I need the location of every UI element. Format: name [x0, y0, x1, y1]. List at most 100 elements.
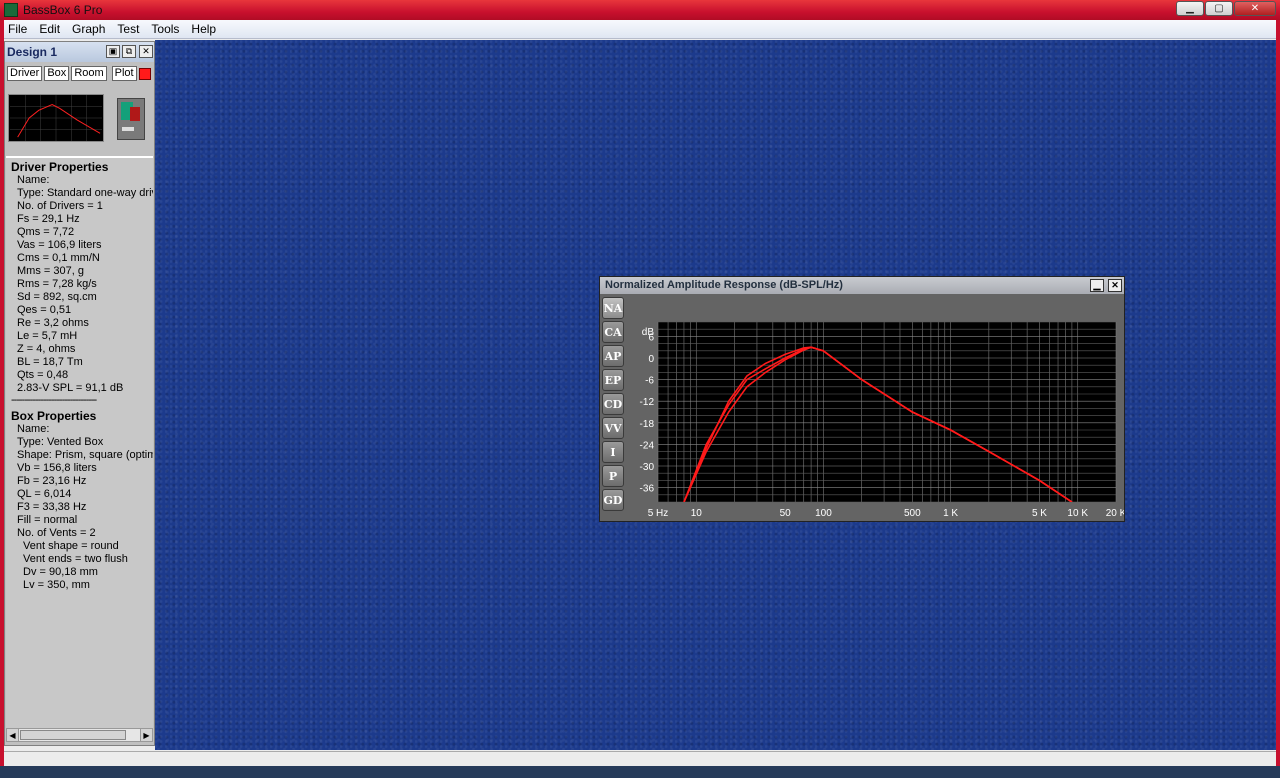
menu-tools[interactable]: Tools — [147, 22, 187, 36]
y-tick-label: -24 — [640, 440, 655, 451]
graph-minimize-button[interactable]: ▁ — [1090, 279, 1104, 292]
driver-prop: Qes = 0,51 — [17, 304, 72, 316]
driver-prop: Le = 5,7 mH — [17, 330, 78, 342]
status-bar — [4, 751, 1276, 766]
mini-response-thumbnail[interactable] — [8, 94, 104, 142]
plot-area — [658, 322, 1116, 502]
menu-bar: File Edit Graph Test Tools Help — [4, 20, 1276, 39]
menu-file[interactable]: File — [4, 22, 35, 36]
driver-prop: Mms = 307, g — [17, 265, 84, 277]
x-tick-label: 20 K — [1106, 508, 1124, 519]
close-icon[interactable]: ✕ — [139, 45, 153, 58]
driver-prop: Name: — [17, 174, 50, 186]
graph-btn-ca[interactable]: CA — [602, 321, 624, 343]
close-button[interactable]: ✕ — [1234, 1, 1276, 16]
graph-title: Normalized Amplitude Response (dB-SPL/Hz… — [605, 279, 843, 291]
box-prop: Vb = 156,8 liters — [17, 462, 97, 474]
design-panel: Design 1 ▣ ⧉ ✕ Driver Box Room Plot Driv… — [4, 41, 155, 746]
copy-icon[interactable]: ⧉ — [122, 45, 136, 58]
driver-prop: Rms = 7,28 kg/s — [17, 278, 97, 290]
graph-btn-ep[interactable]: EP — [602, 369, 624, 391]
driver-prop: Type: Standard one-way driv — [17, 187, 153, 199]
y-tick-label: -36 — [640, 484, 655, 495]
app-icon — [4, 3, 18, 17]
taskbar — [0, 766, 1280, 778]
tab-plot[interactable]: Plot — [111, 66, 137, 81]
y-tick-label: -6 — [645, 376, 654, 387]
minimize-button[interactable]: ▁ — [1176, 1, 1204, 16]
driver-prop: Vas = 106,9 liters — [17, 239, 102, 251]
vent-prop: Lv = 350, mm — [23, 579, 90, 591]
vent-prop: Vent ends = two flush — [23, 553, 128, 565]
separator: -------------------------------- — [11, 394, 97, 406]
x-tick-label: 10 — [691, 508, 703, 519]
y-tick-label: 0 — [648, 354, 654, 365]
y-axis-label: dB — [642, 327, 655, 338]
box-properties-heading: Box Properties — [11, 409, 97, 423]
plot-color-swatch[interactable] — [138, 68, 151, 80]
driver-prop: Cms = 0,1 mm/N — [17, 252, 100, 264]
graph-btn-p[interactable]: P — [602, 465, 624, 487]
tab-room[interactable]: Room — [71, 66, 107, 81]
scroll-left-icon[interactable]: ◀ — [7, 729, 19, 741]
graph-close-button[interactable]: ✕ — [1108, 279, 1122, 292]
graph-btn-i[interactable]: I — [602, 441, 624, 463]
properties-list: Driver Properties Name: Type: Standard o… — [6, 156, 153, 730]
graph-btn-ap[interactable]: AP — [602, 345, 624, 367]
box-prop: QL = 6,014 — [17, 488, 72, 500]
graph-btn-cd[interactable]: CD — [602, 393, 624, 415]
y-tick-label: -12 — [640, 397, 655, 408]
design-panel-header: Design 1 ▣ ⧉ ✕ — [5, 42, 154, 62]
graph-btn-gd[interactable]: GD — [602, 489, 624, 511]
window-title: BassBox 6 Pro — [23, 3, 103, 17]
menu-test[interactable]: Test — [113, 22, 147, 36]
box-thumbnail[interactable] — [117, 98, 145, 140]
save-icon[interactable]: ▣ — [106, 45, 120, 58]
driver-prop: No. of Drivers = 1 — [17, 200, 103, 212]
driver-prop: Qts = 0,48 — [17, 369, 69, 381]
x-tick-label: 50 — [780, 508, 792, 519]
y-tick-label: -30 — [640, 462, 655, 473]
driver-prop: Re = 3,2 ohms — [17, 317, 89, 329]
tab-driver[interactable]: Driver — [7, 66, 43, 81]
amplitude-response-chart[interactable]: 60-6-12-18-24-30-36 5 Hz 10 50 100 500 1 K5 K… — [628, 297, 1124, 521]
graph-type-buttons: NA CA AP EP CD VV I P GD — [602, 297, 626, 513]
driver-prop: Qms = 7,72 — [17, 226, 75, 238]
title-bar: BassBox 6 Pro ▁ ▢ ✕ — [0, 0, 1280, 20]
driver-prop: Sd = 892, sq.cm — [17, 291, 97, 303]
x-tick-label: 5 K — [1032, 508, 1047, 519]
x-tick-label: 100 — [815, 508, 832, 519]
box-prop: Fill = normal — [17, 514, 78, 526]
box-prop: Name: — [17, 423, 50, 435]
graph-btn-vv[interactable]: VV — [602, 417, 624, 439]
driver-prop: Fs = 29,1 Hz — [17, 213, 80, 225]
design-tabs: Driver Box Room Plot — [7, 66, 151, 81]
x-tick-label: 500 — [904, 508, 921, 519]
y-tick-label: -18 — [640, 419, 655, 430]
graph-window: Normalized Amplitude Response (dB-SPL/Hz… — [599, 276, 1125, 522]
x-tick-label: 1 K — [943, 508, 958, 519]
menu-graph[interactable]: Graph — [68, 22, 113, 36]
scroll-thumb[interactable] — [20, 730, 126, 740]
tab-box[interactable]: Box — [44, 66, 70, 81]
x-tick-label: 10 K — [1067, 508, 1088, 519]
box-prop: Shape: Prism, square (optimu — [17, 449, 153, 461]
box-prop: F3 = 33,38 Hz — [17, 501, 87, 513]
window-controls: ▁ ▢ ✕ — [1176, 1, 1276, 16]
horizontal-scrollbar[interactable]: ◀ ▶ — [6, 728, 153, 742]
box-prop: Type: Vented Box — [17, 436, 104, 448]
vent-prop: Dv = 90,18 mm — [23, 566, 98, 578]
x-tick-label: 5 Hz — [648, 508, 669, 519]
driver-prop: Z = 4, ohms — [17, 343, 76, 355]
driver-properties-heading: Driver Properties — [11, 160, 109, 174]
box-prop: Fb = 23,16 Hz — [17, 475, 87, 487]
scroll-right-icon[interactable]: ▶ — [140, 729, 152, 741]
graph-btn-na[interactable]: NA — [602, 297, 624, 319]
design-title: Design 1 — [7, 45, 58, 59]
graph-title-bar: Normalized Amplitude Response (dB-SPL/Hz… — [600, 277, 1124, 294]
menu-help[interactable]: Help — [187, 22, 224, 36]
maximize-button[interactable]: ▢ — [1205, 1, 1233, 16]
box-prop: No. of Vents = 2 — [17, 527, 96, 539]
vent-prop: Vent shape = round — [23, 540, 119, 552]
menu-edit[interactable]: Edit — [35, 22, 68, 36]
